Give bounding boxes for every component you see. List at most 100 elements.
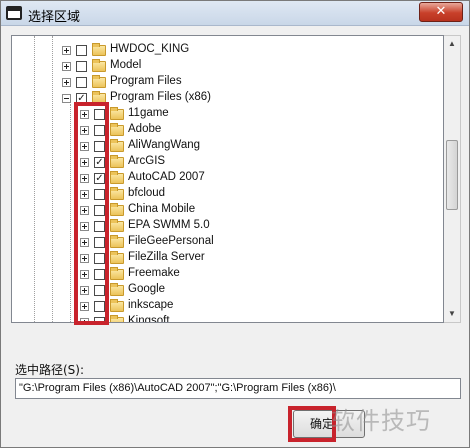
checkbox-icon[interactable] xyxy=(94,221,105,232)
tree-child-item[interactable]: bfcloud xyxy=(12,186,443,202)
tree-item-label: Program Files (x86) xyxy=(110,91,211,103)
checkbox-icon[interactable] xyxy=(76,45,87,56)
folder-icon xyxy=(92,59,106,72)
expand-icon[interactable] xyxy=(80,254,89,263)
expand-icon[interactable] xyxy=(80,318,89,322)
checkbox-icon[interactable] xyxy=(76,77,87,88)
tree-child-item[interactable]: Google xyxy=(12,282,443,298)
tree-child-item[interactable]: FileZilla Server xyxy=(12,250,443,266)
selected-path-field[interactable]: "G:\Program Files (x86)\AutoCAD 2007";"G… xyxy=(15,378,461,399)
tree-item-label: HWDOC_KING xyxy=(110,43,190,55)
checkbox-icon[interactable]: ✓ xyxy=(94,157,105,168)
tree-item-label: Program Files xyxy=(110,75,182,87)
tree-child-item[interactable]: FileGeePersonal xyxy=(12,234,443,250)
expand-icon[interactable] xyxy=(80,158,89,167)
expand-icon[interactable] xyxy=(80,286,89,295)
folder-icon xyxy=(110,187,124,200)
select-area-dialog: 选择区域 ✕ HWDOC_KING Model Program Files ✓ Prog… xyxy=(0,0,470,448)
expand-icon[interactable] xyxy=(80,270,89,279)
tree-item-label: Kingsoft xyxy=(128,315,170,323)
close-button[interactable]: ✕ xyxy=(419,2,463,22)
expand-icon[interactable] xyxy=(80,190,89,199)
tree-item-label: bfcloud xyxy=(128,187,166,199)
scroll-up-icon[interactable]: ▲ xyxy=(444,36,460,52)
checkbox-icon[interactable] xyxy=(94,301,105,312)
folder-icon xyxy=(110,155,124,168)
folder-icon xyxy=(110,315,124,322)
tree-child-item[interactable]: EPA SWMM 5.0 xyxy=(12,218,443,234)
window-title: 选择区域 xyxy=(28,10,81,25)
tree-child-item[interactable]: 11game xyxy=(12,106,443,122)
checkbox-icon[interactable] xyxy=(94,285,105,296)
close-icon: ✕ xyxy=(435,4,447,19)
checkbox-icon[interactable]: ✓ xyxy=(94,173,105,184)
watermark: 软件技巧 xyxy=(331,407,431,435)
checkbox-icon[interactable] xyxy=(94,205,105,216)
tree-child-item[interactable]: Adobe xyxy=(12,122,443,138)
tree-child-item[interactable]: Kingsoft xyxy=(12,314,443,323)
folder-icon xyxy=(110,107,124,120)
tree-item[interactable]: ✓ Program Files (x86) xyxy=(12,90,443,106)
expand-icon[interactable] xyxy=(80,110,89,119)
tree-child-item[interactable]: ✓ ArcGIS xyxy=(12,154,443,170)
folder-tree[interactable]: HWDOC_KING Model Program Files ✓ Program Fil… xyxy=(11,35,444,323)
folder-icon xyxy=(110,123,124,136)
expand-icon[interactable] xyxy=(80,142,89,151)
tree-item-label: Adobe xyxy=(128,123,162,135)
checkbox-icon[interactable] xyxy=(94,189,105,200)
collapse-icon[interactable] xyxy=(62,94,71,103)
folder-icon xyxy=(110,171,124,184)
tree-child-item[interactable]: Freemake xyxy=(12,266,443,282)
tree-item-label: AutoCAD 2007 xyxy=(128,171,205,183)
folder-icon xyxy=(110,267,124,280)
checkbox-icon[interactable] xyxy=(76,61,87,72)
expand-icon[interactable] xyxy=(62,46,71,55)
checkbox-icon[interactable] xyxy=(94,125,105,136)
tree-item-label: AliWangWang xyxy=(128,139,201,151)
folder-icon xyxy=(110,203,124,216)
tree-child-item[interactable]: ✓ AutoCAD 2007 xyxy=(12,170,443,186)
expand-icon[interactable] xyxy=(80,174,89,183)
tree-item-label: Freemake xyxy=(128,267,180,279)
checkbox-icon[interactable] xyxy=(94,109,105,120)
tree-child-item[interactable]: China Mobile xyxy=(12,202,443,218)
tree-item-label: FileZilla Server xyxy=(128,251,205,263)
folder-icon xyxy=(110,219,124,232)
folder-icon xyxy=(92,75,106,88)
expand-icon[interactable] xyxy=(80,302,89,311)
checkbox-icon[interactable] xyxy=(94,317,105,322)
selected-path-label: 选中路径(S): xyxy=(15,363,85,377)
expand-icon[interactable] xyxy=(80,238,89,247)
scroll-thumb[interactable] xyxy=(446,140,458,210)
folder-icon xyxy=(92,91,106,104)
expand-icon[interactable] xyxy=(62,62,71,71)
tree-item[interactable]: HWDOC_KING xyxy=(12,42,443,58)
tree-item-label: inkscape xyxy=(128,299,174,311)
folder-icon xyxy=(110,251,124,264)
checkbox-icon[interactable] xyxy=(94,141,105,152)
tree-item[interactable]: Model xyxy=(12,58,443,74)
title-bar[interactable]: 选择区域 ✕ xyxy=(1,1,469,26)
tree-item-label: 11game xyxy=(128,107,169,119)
expand-icon[interactable] xyxy=(80,126,89,135)
expand-icon[interactable] xyxy=(80,206,89,215)
tree-item-label: China Mobile xyxy=(128,203,196,215)
tree-item-label: Model xyxy=(110,59,142,71)
tree-scrollbar[interactable]: ▲ ▼ xyxy=(444,35,461,323)
checkbox-icon[interactable]: ✓ xyxy=(76,93,87,104)
tree-item-label: Google xyxy=(128,283,166,295)
tree-child-item[interactable]: inkscape xyxy=(12,298,443,314)
expand-icon[interactable] xyxy=(62,78,71,87)
checkbox-icon[interactable] xyxy=(94,269,105,280)
checkbox-icon[interactable] xyxy=(94,253,105,264)
checkbox-icon[interactable] xyxy=(94,237,105,248)
expand-icon[interactable] xyxy=(80,222,89,231)
folder-icon xyxy=(110,235,124,248)
tree-child-item[interactable]: AliWangWang xyxy=(12,138,443,154)
scroll-down-icon[interactable]: ▼ xyxy=(444,306,460,322)
tree-item-label: ArcGIS xyxy=(128,155,166,167)
app-icon xyxy=(6,6,22,20)
folder-icon xyxy=(110,283,124,296)
folder-icon xyxy=(110,139,124,152)
tree-item[interactable]: Program Files xyxy=(12,74,443,90)
